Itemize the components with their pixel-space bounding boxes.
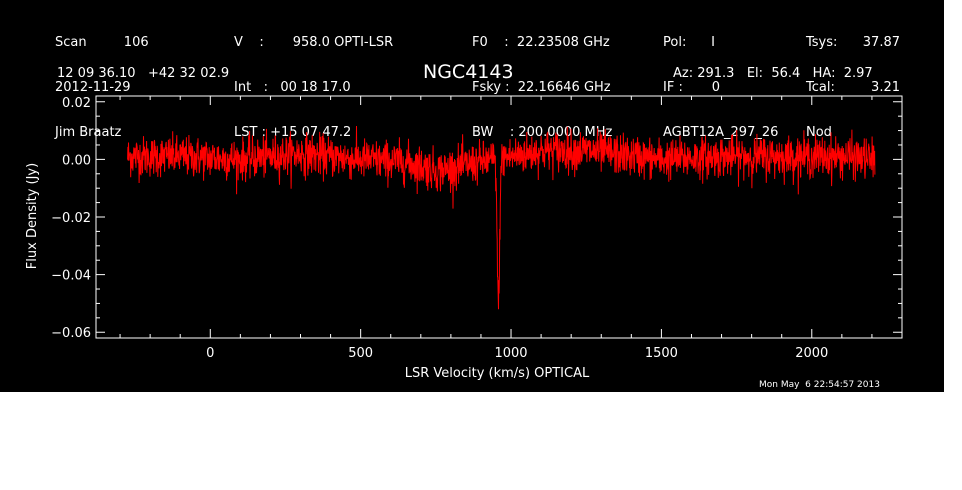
y-tick-label: −0.06 — [51, 326, 91, 341]
y-tick-label: −0.04 — [51, 269, 91, 284]
y-tick-label: −0.02 — [51, 211, 91, 226]
y-tick-label: 0.02 — [62, 96, 91, 111]
x-tick-label: 500 — [348, 346, 373, 361]
x-tick-label: 0 — [206, 346, 214, 361]
x-tick-label: 1500 — [645, 346, 678, 361]
plot-panel: Scan 106 2012-11-29 Jim Braatz V : 958.0… — [0, 0, 944, 392]
spectrum-chart: 0 500 1000 1500 20000.020.00−0.02−0.04−0.06 … — [25, 95, 903, 381]
y-tick-label: 0.00 — [62, 153, 91, 168]
spectrum-trace — [127, 125, 876, 310]
trace-layer — [127, 125, 876, 310]
x-tick-label: 2000 — [795, 346, 828, 361]
x-tick-label: 1000 — [494, 346, 527, 361]
axes-layer: 0 500 1000 1500 2000 0.02 0.00 −0.02 −0.04 −0.06 — [51, 95, 903, 361]
y-axis-label: Flux Density (Jy) — [25, 163, 40, 269]
x-axis-label: LSR Velocity (km/s) OPTICAL — [405, 366, 590, 381]
